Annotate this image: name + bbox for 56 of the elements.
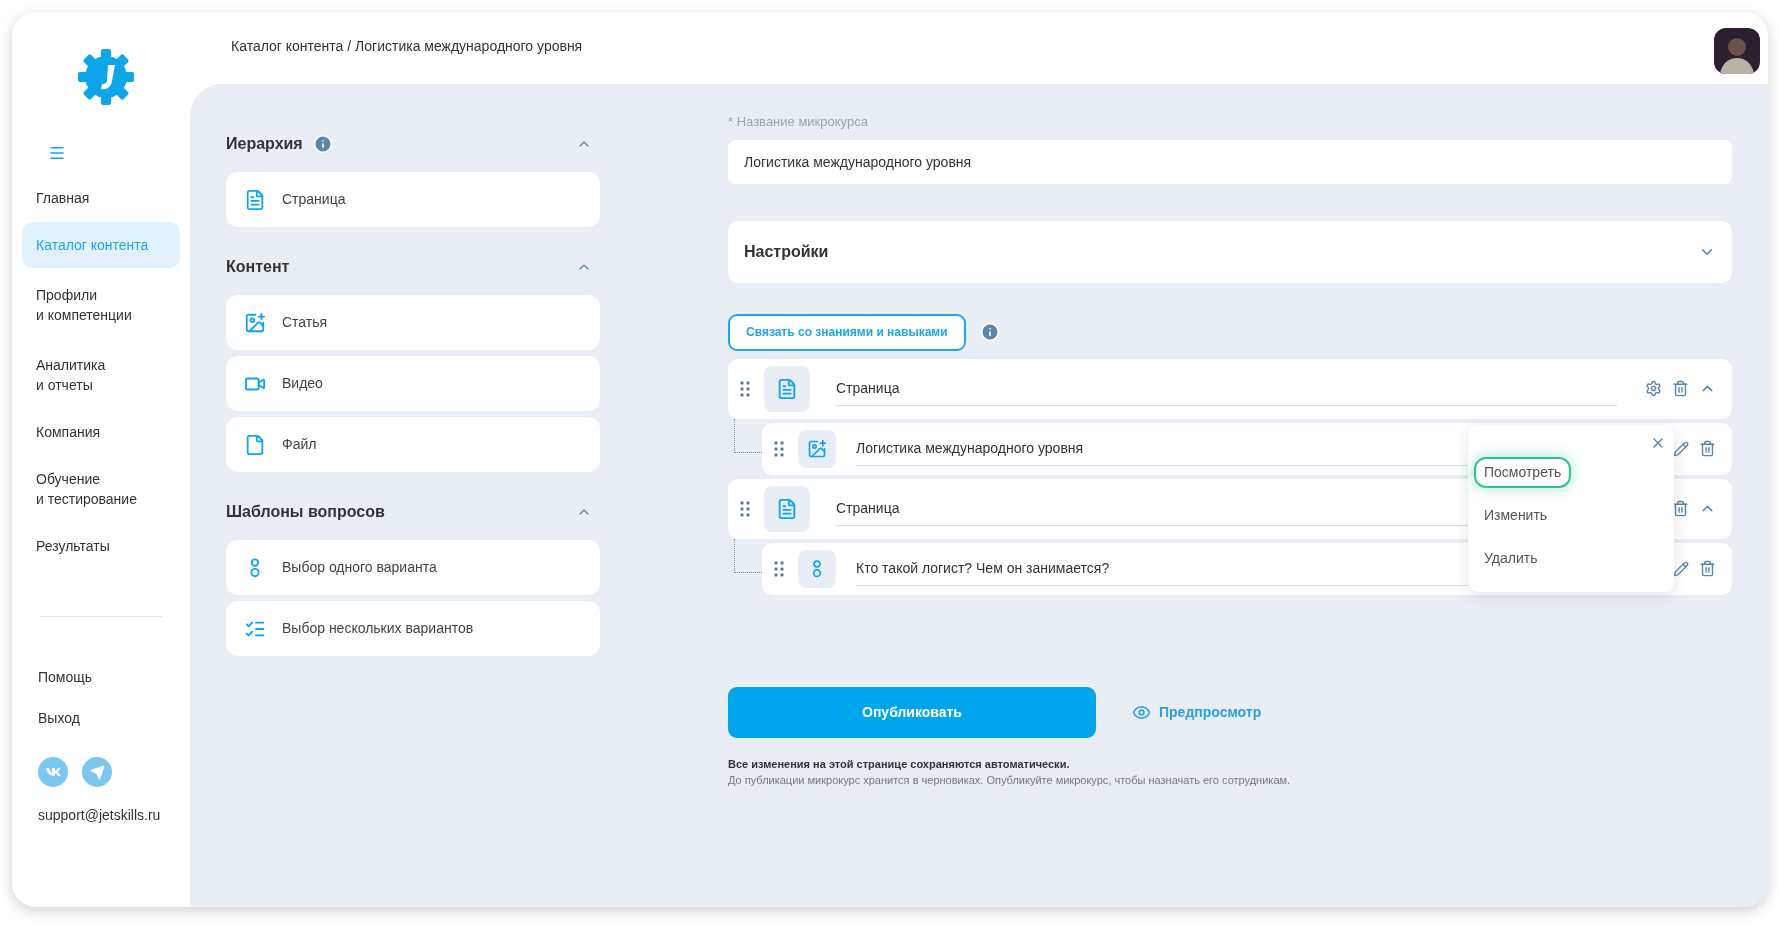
section-title: Шаблоны вопросов	[226, 502, 385, 522]
palette-item[interactable]: Файл	[226, 417, 600, 472]
palette-item-label: Видео	[282, 374, 323, 393]
drag-handle-icon[interactable]	[740, 500, 750, 517]
menu-icon[interactable]	[48, 144, 66, 162]
palette-item-label: Выбор нескольких вариантов	[282, 619, 474, 638]
trash-icon[interactable]	[1672, 380, 1689, 397]
palette-item[interactable]: Страница	[226, 172, 600, 227]
gear-logo[interactable]	[77, 48, 135, 106]
palette-item-label: Страница	[282, 190, 346, 209]
section-title: Контент	[226, 257, 290, 277]
nav-link[interactable]: Выход	[22, 698, 96, 739]
document-icon	[244, 188, 266, 211]
palette-item[interactable]: Выбор нескольких вариантов	[226, 601, 600, 656]
avatar[interactable]	[1714, 28, 1760, 74]
nav-item[interactable]: Компания	[22, 413, 180, 451]
drag-handle-icon[interactable]	[774, 560, 784, 577]
nav-item[interactable]: Главная	[22, 179, 180, 217]
settings-panel[interactable]: Настройки	[728, 220, 1732, 283]
section-title: Иерархия	[226, 134, 303, 154]
settings-title: Настройки	[744, 241, 829, 262]
breadcrumb: Каталог контента / Логистика международного уровня	[231, 37, 583, 56]
block-title[interactable]: Страница	[836, 371, 1617, 406]
info-icon[interactable]	[312, 134, 333, 154]
drag-handle-icon[interactable]	[774, 440, 784, 457]
drag-handle-icon[interactable]	[740, 380, 750, 397]
structure-row[interactable]: Страница	[728, 358, 1732, 419]
menu-item[interactable]: Посмотреть	[1474, 456, 1572, 488]
palette-item-label: Файл	[282, 435, 317, 454]
palette-item-label: Статья	[282, 313, 328, 332]
palette-item[interactable]: Выбор одного варианта	[226, 540, 600, 595]
trash-icon[interactable]	[1699, 440, 1716, 457]
palette-item-label: Выбор одного варианта	[282, 558, 437, 577]
pencil-icon[interactable]	[1673, 440, 1689, 457]
document-icon	[776, 377, 798, 400]
palette-item[interactable]: Видео	[226, 356, 600, 411]
file-icon	[244, 433, 266, 456]
draft-note: До публикации микрокурс хранится в черновиках. Опубликуйте микрокурс, чтобы назначать его сотрудникам.	[728, 773, 1292, 788]
document-icon	[776, 497, 798, 520]
trash-icon[interactable]	[1672, 500, 1689, 517]
info-icon[interactable]	[979, 322, 1000, 342]
field-label: * Название микрокурса	[728, 113, 869, 131]
autosave-note: Все изменения на этой странице сохраняются автоматически.	[728, 756, 1071, 772]
settings-icon[interactable]	[1645, 380, 1662, 397]
nav-item[interactable]: Обучение и тестирование	[22, 457, 180, 521]
pencil-icon[interactable]	[1673, 560, 1689, 577]
nav-item[interactable]: Результаты	[22, 527, 180, 565]
image-text-icon	[244, 311, 266, 334]
trash-icon[interactable]	[1699, 560, 1716, 577]
image-text-icon	[807, 438, 827, 459]
course-name-field[interactable]: Логистика международного уровня	[728, 139, 1732, 184]
support-email[interactable]: support@jetskills.ru	[22, 805, 180, 826]
nav-link[interactable]: Помощь	[22, 657, 109, 698]
nav-item[interactable]: Профили и компетенции	[22, 273, 180, 337]
nav-item[interactable]: Аналитика и отчеты	[22, 343, 180, 407]
palette-item[interactable]: Статья	[226, 295, 600, 350]
